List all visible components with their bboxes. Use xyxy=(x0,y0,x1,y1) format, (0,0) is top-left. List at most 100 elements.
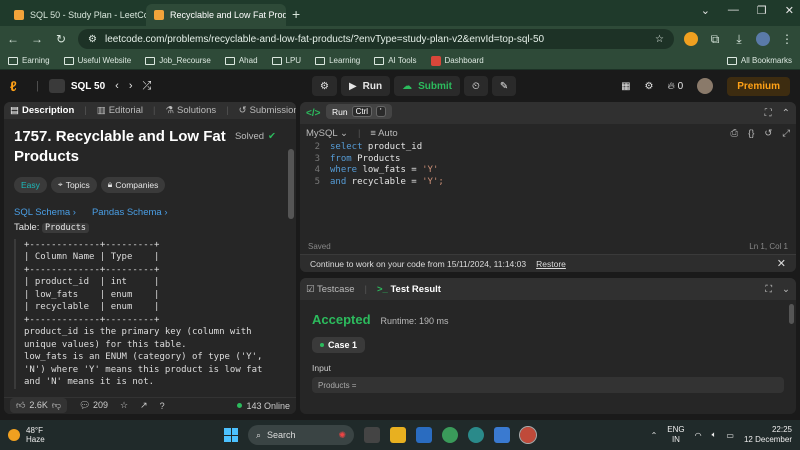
leetcode-header: ℓ | SQL 50 ‹ › ⤮ ⚙ ▶ Run ☁ Submit ⏲ ✎ ▦ ⚙ … xyxy=(0,70,800,102)
close-icon[interactable]: ✕ xyxy=(777,257,786,270)
extensions-puzzle-icon[interactable]: ⧉ xyxy=(708,32,722,47)
bookmark-job-recourse[interactable]: Job_Recourse xyxy=(145,56,211,65)
scrollbar[interactable] xyxy=(789,304,794,324)
star-icon[interactable]: ☆ xyxy=(655,34,664,45)
wifi-icon[interactable]: ◠ xyxy=(695,431,702,440)
code-area[interactable]: 2 select product_id 3 from Products 4 where… xyxy=(300,142,796,238)
avatar[interactable] xyxy=(697,78,714,94)
forward-icon[interactable]: → xyxy=(30,32,44,46)
bookmark-ai-tools[interactable]: AI Tools xyxy=(374,56,417,65)
bookmark-ahad[interactable]: Ahad xyxy=(224,56,258,65)
minimize-icon[interactable]: — xyxy=(728,4,739,17)
chevron-right-icon[interactable]: › xyxy=(129,80,133,92)
star-icon[interactable]: ☆ xyxy=(120,400,128,411)
like-button[interactable]: 👍︎ 2.6K 👎︎ xyxy=(10,398,68,414)
thumbs-down-icon[interactable]: 👎︎ xyxy=(52,400,61,411)
fullscreen-icon[interactable]: ⤢ xyxy=(782,128,790,139)
submit-button[interactable]: ☁ Submit xyxy=(394,76,461,96)
url-input[interactable]: ⚙ leetcode.com/problems/recyclable-and-l… xyxy=(78,29,674,49)
premium-button[interactable]: Premium xyxy=(727,76,790,96)
close-window-icon[interactable]: ✕ xyxy=(785,4,794,17)
debug-icon[interactable]: ⚙ xyxy=(312,76,337,96)
streak-fire[interactable]: 🔥︎ 0 xyxy=(668,81,684,92)
help-icon[interactable]: ? xyxy=(160,401,165,411)
browser-tab-recyclable[interactable]: Recyclable and Low Fat Products ✕ xyxy=(146,4,286,26)
restore-icon[interactable]: ❐ xyxy=(757,4,767,17)
auto-toggle[interactable]: ≡ Auto xyxy=(370,128,397,139)
taskbar-search[interactable]: ⌕ Search ✺ xyxy=(248,425,354,445)
difficulty-chip[interactable]: Easy xyxy=(14,176,47,193)
tab-solutions[interactable]: ⚗ Solutions xyxy=(166,105,217,116)
study-plan-title[interactable]: SQL 50 xyxy=(48,79,105,93)
store-icon[interactable] xyxy=(416,427,432,443)
bookmark-useful-website[interactable]: Useful Website xyxy=(63,56,131,65)
sql-schema-link[interactable]: SQL Schema › xyxy=(14,207,76,218)
timer-icon[interactable]: ⏲ xyxy=(464,76,488,96)
language-select[interactable]: MySQL ⌄ xyxy=(306,128,348,139)
extension-icon[interactable] xyxy=(684,32,698,46)
results-tabs: ☑ Testcase | >_ Test Result ⛶ ⌄ xyxy=(300,278,796,300)
comments-button[interactable]: 💬︎ 209 xyxy=(79,400,108,411)
editor-toolbar: MySQL ⌄ | ≡ Auto ⎙ {} ↺ ⤢ xyxy=(306,127,790,139)
tab-editorial[interactable]: ▥ Editorial xyxy=(97,105,143,116)
settings-gear-icon[interactable]: ⚙ xyxy=(645,81,654,92)
profile-avatar[interactable] xyxy=(756,32,770,46)
bookmark-dashboard[interactable]: Dashboard xyxy=(430,55,484,66)
shuffle-icon[interactable]: ⤮ xyxy=(142,80,151,93)
reload-icon[interactable]: ↻ xyxy=(54,32,68,46)
language-indicator[interactable]: ENG IN xyxy=(667,425,684,445)
battery-icon[interactable]: ▭ xyxy=(726,431,734,440)
browser-tab-sql50[interactable]: SQL 50 - Study Plan - LeetCode ✕ xyxy=(6,4,146,26)
bookmark-earning[interactable]: Earning xyxy=(8,56,50,65)
chevron-down-icon[interactable]: ⌄ xyxy=(782,284,790,295)
pandas-schema-link[interactable]: Pandas Schema › xyxy=(92,207,168,218)
scrollbar[interactable] xyxy=(288,148,294,219)
companies-chip[interactable]: 🔒︎ Companies xyxy=(100,176,166,193)
file-explorer-icon[interactable] xyxy=(390,427,406,443)
braces-icon[interactable]: {} xyxy=(748,128,754,139)
restore-link[interactable]: Restore xyxy=(536,259,566,269)
topics-chip[interactable]: ⌖ Topics xyxy=(50,176,97,193)
chevron-up-icon[interactable]: ⌃ xyxy=(651,431,658,440)
bookmark-icon[interactable]: ⎙ xyxy=(730,128,738,139)
tab-testcase[interactable]: ☑ Testcase xyxy=(306,284,355,295)
reset-icon[interactable]: ↺ xyxy=(764,128,772,139)
clock[interactable]: 22:25 12 December xyxy=(744,425,792,445)
check-circle-icon: ✔ xyxy=(268,130,276,142)
volume-icon[interactable]: 🔈︎ xyxy=(712,430,717,440)
run-button[interactable]: ▶ Run xyxy=(340,76,391,96)
bookmark-lpu[interactable]: LPU xyxy=(271,56,301,65)
chevron-up-icon[interactable]: ⌃ xyxy=(782,108,790,119)
all-bookmarks[interactable]: All Bookmarks xyxy=(726,56,792,65)
task-view-icon[interactable] xyxy=(364,427,380,443)
edge-icon[interactable] xyxy=(468,427,484,443)
notes-icon[interactable]: ✎ xyxy=(491,76,517,96)
new-tab-button[interactable]: + xyxy=(292,6,300,22)
tab-submissions[interactable]: ↺Submissions xyxy=(239,105,296,116)
tab-test-result[interactable]: >_ Test Result xyxy=(377,284,441,295)
expand-icon[interactable]: ⛶ xyxy=(765,108,772,119)
tab-description[interactable]: ▤ Description xyxy=(10,105,74,116)
leetcode-logo-icon[interactable]: ℓ xyxy=(10,78,26,94)
weather-widget[interactable]: 48°F Haze xyxy=(8,426,45,444)
download-icon[interactable]: ⤓ xyxy=(732,32,746,47)
search-highlight-icon: ✺ xyxy=(338,429,346,440)
problem-title[interactable]: 1757. Recyclable and Low Fat Products xyxy=(14,127,229,167)
layout-icon[interactable]: ▦ xyxy=(621,81,630,92)
back-icon[interactable]: ← xyxy=(6,32,20,46)
code-line: 2 select product_id xyxy=(314,142,423,152)
case-1-button[interactable]: Case 1 xyxy=(312,337,366,353)
windows-start-icon[interactable] xyxy=(224,428,238,442)
chevron-left-icon[interactable]: ‹ xyxy=(115,80,119,92)
bookmark-learning[interactable]: Learning xyxy=(315,56,360,65)
expand-icon[interactable]: ⛶ xyxy=(765,284,772,295)
app-icon[interactable] xyxy=(494,427,510,443)
code-icon[interactable]: </> xyxy=(306,108,320,119)
menu-icon[interactable]: ⋮ xyxy=(780,32,794,46)
chrome-icon[interactable] xyxy=(442,427,458,443)
chrome-active-icon[interactable] xyxy=(519,426,537,444)
share-icon[interactable]: ↗ xyxy=(140,400,148,411)
folder-icon xyxy=(145,56,156,65)
chevron-down-icon[interactable]: ⌄ xyxy=(701,4,710,17)
site-info-icon[interactable]: ⚙ xyxy=(88,34,97,45)
